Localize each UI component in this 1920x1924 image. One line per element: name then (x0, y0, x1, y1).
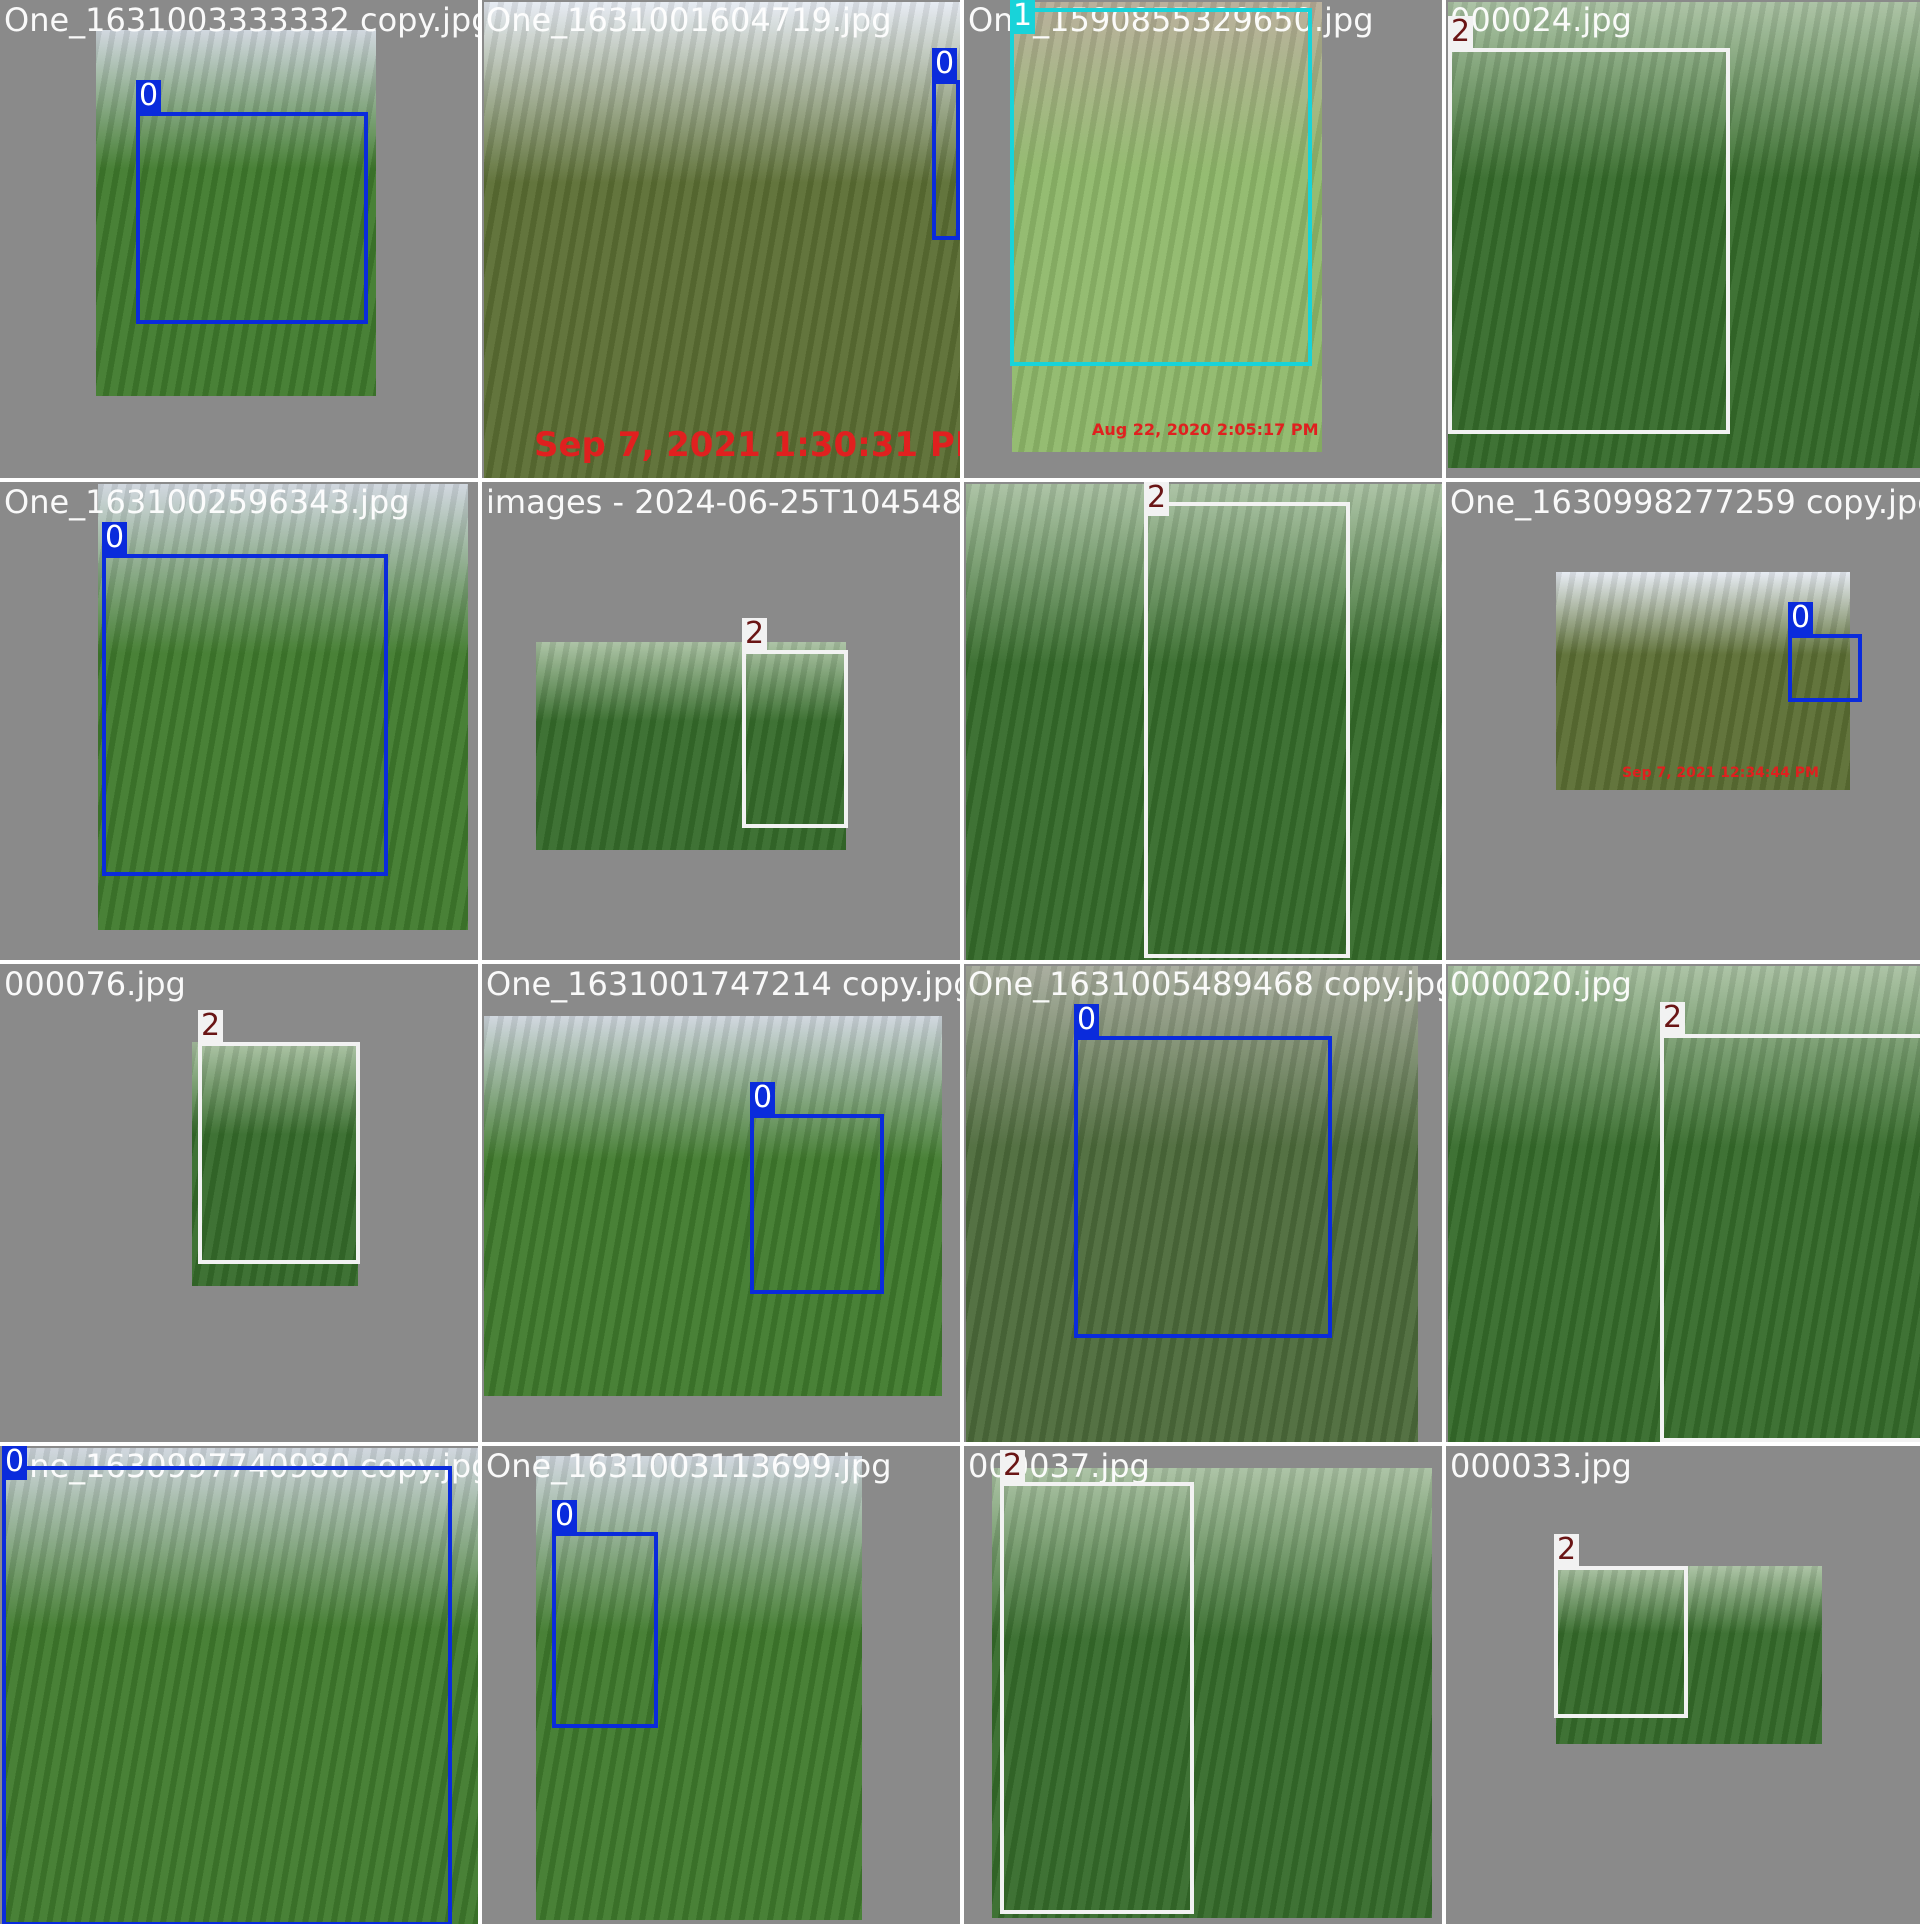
mosaic-tile: One_1630997740980 copy.jpg 0 (0, 1446, 478, 1924)
bounding-box (1074, 1036, 1332, 1338)
image-mosaic: One_1631003333332 copy.jpg 0 Sep 7, 2021 1… (0, 0, 1920, 1924)
tile-filename: One_1630998277259 copy.jpg (1450, 483, 1920, 521)
mosaic-tile: 000024.jpg 2 (1446, 0, 1920, 478)
class-label-tag: 1 (1010, 0, 1036, 34)
bounding-box (2, 1466, 452, 1924)
tile-filename: 000020.jpg (1450, 965, 1632, 1003)
mosaic-tile: One_1631003333332 copy.jpg 0 (0, 0, 478, 478)
bounding-box (1144, 502, 1350, 958)
tile-filename: One_1631003333332 copy.jpg (4, 1, 478, 39)
bounding-box (102, 554, 388, 876)
class-label-tag: 0 (750, 1082, 776, 1116)
photo-texture (484, 2, 960, 478)
class-label-tag: 2 (742, 618, 768, 652)
tile-filename: 000033.jpg (1450, 1447, 1632, 1485)
class-label-tag: 0 (1788, 602, 1814, 636)
bounding-box (1000, 1482, 1194, 1914)
bounding-box (1554, 1566, 1688, 1718)
tile-filename: images - 2024-06-25T104548.5580.jpeg (486, 483, 960, 521)
mosaic-tile: One_1631002596343.jpg 0 (0, 482, 478, 960)
bounding-box (136, 112, 368, 324)
tile-filename: 000076.jpg (4, 965, 186, 1003)
tile-filename: One_1631001747214 copy.jpg (486, 965, 960, 1003)
class-label-tag: 0 (102, 522, 128, 556)
tile-filename: 000024.jpg (1450, 1, 1632, 39)
photo-timestamp: Sep 7, 2021 12:34:44 PM (1622, 765, 1819, 781)
class-label-tag: 2 (1554, 1534, 1580, 1568)
bounding-box (1660, 1034, 1920, 1442)
class-label-tag: 2 (1144, 482, 1170, 516)
class-label-tag: 0 (136, 80, 162, 114)
mosaic-tile: 000020.jpg 2 (1446, 964, 1920, 1442)
photo-timestamp: Sep 7, 2021 1:30:31 PM (534, 425, 960, 465)
class-label-tag: 2 (1448, 16, 1474, 50)
tile-filename: One_1631002596343.jpg (4, 483, 410, 521)
class-label-tag: 0 (1074, 1004, 1100, 1038)
mosaic-tile: 000076.jpg 2 (0, 964, 478, 1442)
bounding-box (1010, 8, 1312, 366)
mosaic-tile: 2 (964, 482, 1442, 960)
class-label-tag: 0 (552, 1500, 578, 1534)
bounding-box (932, 80, 960, 240)
class-label-tag: 0 (932, 48, 958, 82)
tile-filename: One_1631005489468 copy.jpg (968, 965, 1442, 1003)
bounding-box (750, 1114, 884, 1294)
mosaic-tile: images - 2024-06-25T104548.5580.jpeg 2 (482, 482, 960, 960)
mosaic-tile: Sep 7, 2021 12:34:44 PM One_1630998277259… (1446, 482, 1920, 960)
tile-filename: One_1631001604719.jpg (486, 1, 892, 39)
bounding-box (198, 1042, 360, 1264)
mosaic-tile: One_1631003113699.jpg 0 (482, 1446, 960, 1924)
mosaic-tile: Aug 22, 2020 2:05:17 PM One_1590855329650… (964, 0, 1442, 478)
class-label-tag: 2 (198, 1010, 224, 1044)
mosaic-tile: One_1631005489468 copy.jpg 0 (964, 964, 1442, 1442)
tile-filename: One_1631003113699.jpg (486, 1447, 892, 1485)
bounding-box (742, 650, 848, 828)
photo-timestamp: Aug 22, 2020 2:05:17 PM (1092, 420, 1319, 439)
bounding-box (1788, 634, 1862, 702)
class-label-tag: 2 (1660, 1002, 1686, 1036)
mosaic-tile: Sep 7, 2021 1:30:31 PM One_1631001604719.… (482, 0, 960, 478)
bounding-box (552, 1532, 658, 1728)
class-label-tag: 2 (1000, 1450, 1026, 1484)
tile-photo (484, 2, 960, 478)
mosaic-tile: 000037.jpg 2 (964, 1446, 1442, 1924)
class-label-tag: 0 (2, 1446, 28, 1480)
bounding-box (1448, 48, 1730, 434)
tile-filename: 000037.jpg (968, 1447, 1150, 1485)
mosaic-tile: One_1631001747214 copy.jpg 0 (482, 964, 960, 1442)
mosaic-tile: 000033.jpg 2 (1446, 1446, 1920, 1924)
